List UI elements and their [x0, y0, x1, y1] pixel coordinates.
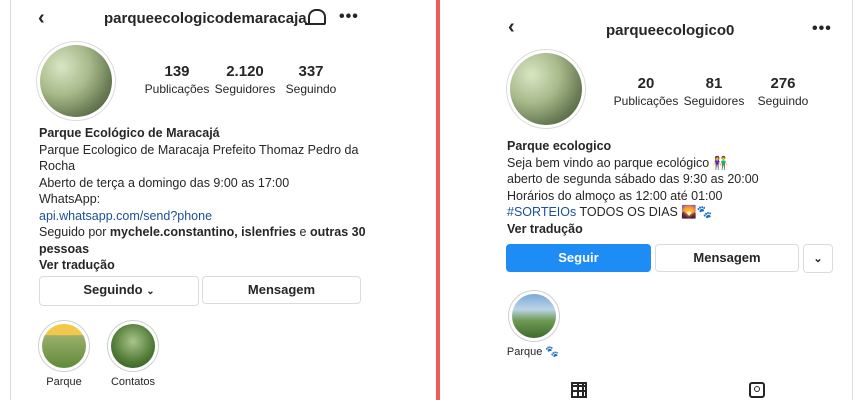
- bio-name: Parque Ecológico de Maracajá: [39, 126, 220, 140]
- stat-followers-value: 81: [705, 75, 723, 92]
- back-arrow-icon[interactable]: ‹: [38, 7, 45, 30]
- profile-avatar[interactable]: [36, 41, 116, 121]
- profile-bio: Parque ecologico Seja bem vindo ao parqu…: [507, 138, 847, 237]
- stat-following-label: Seguindo: [285, 82, 337, 96]
- tagged-tab-icon[interactable]: [749, 382, 765, 398]
- suggested-dropdown-button[interactable]: ⌄: [803, 244, 833, 273]
- stat-followers-value: 2.120: [226, 63, 264, 80]
- profile-username: parqueecologico0: [606, 22, 735, 39]
- profile-bio: Parque Ecológico de Maracajá Parque Ecol…: [39, 125, 399, 274]
- message-button[interactable]: Mensagem: [655, 244, 799, 272]
- more-options-icon[interactable]: •••: [812, 20, 832, 38]
- stat-posts-label: Publicações: [144, 82, 210, 96]
- stat-following-value: 276: [770, 75, 796, 92]
- tagged-person-head: [754, 386, 760, 392]
- bio-line: Seja bem vindo ao parque ecológico 👫: [507, 155, 729, 170]
- profile-avatar[interactable]: [506, 49, 586, 129]
- bio-line: #SORTEIOs TODOS OS DIAS 🌄🐾: [507, 204, 847, 221]
- followed-names: mychele.constantino, islenfries: [109, 225, 297, 239]
- stat-posts-value: 20: [637, 75, 655, 92]
- bio-line: Rocha: [39, 159, 76, 173]
- stat-posts[interactable]: 20 Publicações: [611, 75, 681, 108]
- bio-line-rest: TODOS OS DIAS 🌄🐾: [576, 205, 713, 219]
- stat-posts[interactable]: 139 Publicações: [142, 63, 212, 96]
- stat-followers[interactable]: 2.120 Seguidores: [210, 63, 280, 96]
- following-button-label: Seguindo: [83, 282, 143, 297]
- right-top-bar: ‹ parqueecologico0 •••: [440, 0, 860, 39]
- stat-followers-label: Seguidores: [214, 82, 276, 96]
- back-arrow-icon[interactable]: ‹: [508, 16, 515, 39]
- highlight-parque-label: Parque 🐾: [506, 346, 560, 358]
- highlight-parque[interactable]: [38, 320, 90, 372]
- highlight-contatos-label: Contatos: [110, 376, 156, 388]
- hashtag-link[interactable]: #SORTEIOs: [507, 205, 576, 219]
- stat-following-value: 337: [298, 63, 324, 80]
- bio-line: Aberto de terça a domingo das 9:00 as 17…: [39, 175, 290, 190]
- message-button[interactable]: Mensagem: [202, 276, 361, 304]
- stat-following[interactable]: 276 Seguindo: [748, 75, 818, 108]
- left-edge-line: [10, 0, 11, 400]
- followed-others-cont: pessoas: [39, 241, 90, 256]
- bio-line: Horários do almoço as 12:00 até 01:00: [507, 188, 723, 203]
- following-button[interactable]: Seguindo ⌄: [39, 276, 199, 306]
- chevron-down-icon: ⌄: [146, 286, 155, 297]
- highlight-parque[interactable]: [508, 290, 560, 342]
- stat-following-label: Seguindo: [757, 94, 809, 108]
- stat-followers-label: Seguidores: [683, 94, 745, 108]
- highlight-parque-label: Parque: [46, 376, 82, 388]
- followed-by-text[interactable]: Seguido por mychele.constantino, islenfr…: [39, 224, 399, 241]
- bio-line: WhatsApp:: [39, 192, 101, 206]
- more-options-icon[interactable]: •••: [339, 8, 359, 26]
- bio-name: Parque ecologico: [507, 139, 612, 153]
- bell-base: [305, 23, 325, 25]
- bio-line: aberto de segunda sábado das 9:30 as 20:…: [507, 172, 759, 186]
- chevron-down-icon: ⌄: [813, 253, 823, 265]
- see-translation-link[interactable]: Ver tradução: [39, 257, 399, 274]
- highlight-parque-image: [512, 294, 556, 338]
- bio-line: Parque Ecologico de Maracaja Prefeito Th…: [39, 142, 359, 157]
- avatar-image: [40, 45, 112, 117]
- followed-prefix: Seguido por: [39, 225, 110, 239]
- followed-others: outras 30: [309, 225, 366, 239]
- grid-tab-icon[interactable]: [571, 382, 587, 398]
- whatsapp-link[interactable]: api.whatsapp.com/send?phone: [39, 208, 399, 225]
- avatar-image: [510, 53, 582, 125]
- followed-mid: e: [296, 225, 310, 239]
- see-translation-link[interactable]: Ver tradução: [507, 221, 847, 238]
- left-profile-panel: ‹ parqueecologicodemaracaja ••• 139 Publ…: [0, 0, 436, 400]
- stat-posts-label: Publicações: [613, 94, 679, 108]
- stat-following[interactable]: 337 Seguindo: [276, 63, 346, 96]
- profile-username: parqueecologicodemaracaja: [104, 10, 307, 27]
- right-profile-panel: ‹ parqueecologico0 ••• 20 Publicações 81…: [440, 0, 860, 400]
- highlight-contatos-image: [111, 324, 155, 368]
- follow-button-label: Seguir: [558, 250, 599, 265]
- highlight-contatos[interactable]: [107, 320, 159, 372]
- message-button-label: Mensagem: [693, 250, 761, 265]
- highlight-parque-image: [42, 324, 86, 368]
- stat-followers[interactable]: 81 Seguidores: [679, 75, 749, 108]
- stat-posts-value: 139: [164, 63, 190, 80]
- left-top-bar: ‹ parqueecologicodemaracaja •••: [0, 0, 436, 36]
- right-edge-line: [852, 0, 853, 400]
- message-button-label: Mensagem: [247, 282, 316, 297]
- follow-button[interactable]: Seguir: [506, 244, 651, 272]
